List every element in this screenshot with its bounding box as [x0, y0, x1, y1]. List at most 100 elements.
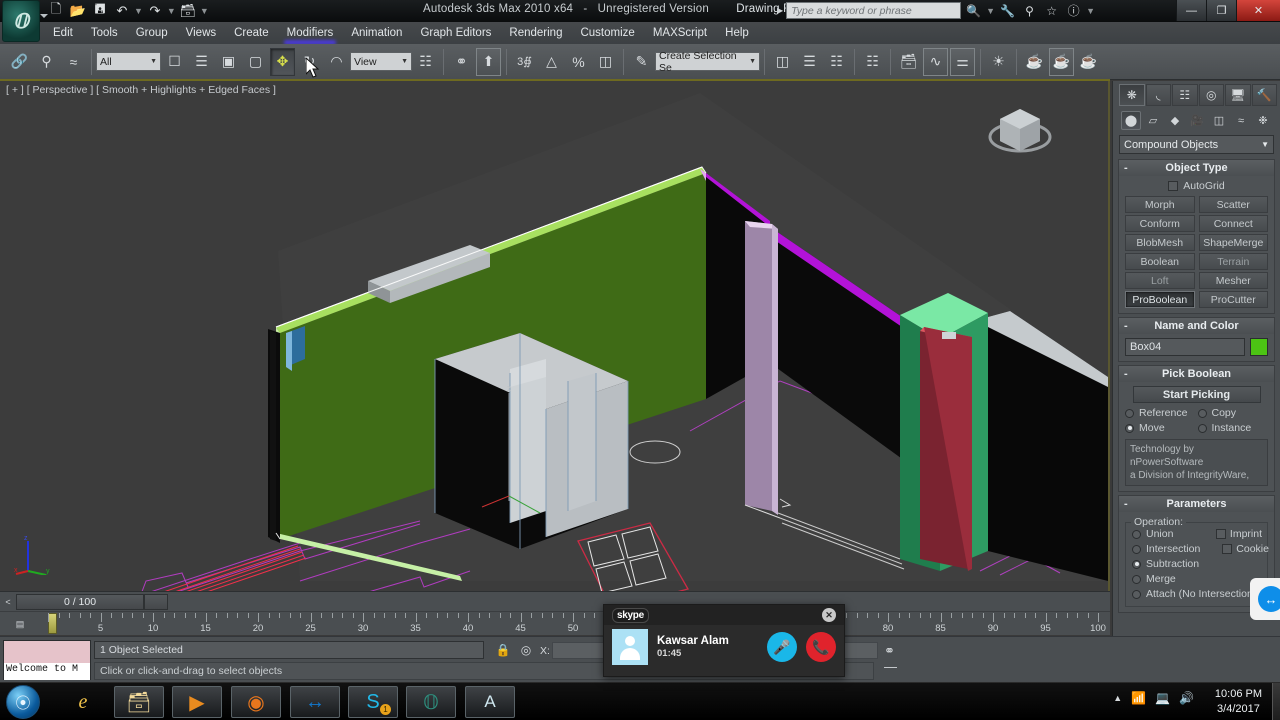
collapse-icon[interactable]: -: [1124, 368, 1128, 380]
new-file-icon[interactable]: 🗋: [46, 1, 66, 21]
percent-snap-toggle-icon[interactable]: %: [566, 48, 591, 76]
menu-modifiers[interactable]: Modifiers: [278, 25, 343, 41]
move-option[interactable]: Move: [1125, 422, 1196, 434]
skype-call-popup[interactable]: skype ✕ Kawsar Alam 01:45 🎤 📞: [603, 604, 845, 677]
subtraction-option[interactable]: Subtraction: [1132, 558, 1212, 570]
hierarchy-tab[interactable]: ☷: [1172, 84, 1198, 106]
union-radio[interactable]: [1132, 529, 1141, 539]
network-error-icon[interactable]: 📶: [1131, 691, 1146, 705]
perspective-viewport[interactable]: [ + ] [ Perspective ] [ Smooth + Highlig…: [0, 81, 1110, 591]
render-production-icon[interactable]: ☕: [1049, 47, 1074, 76]
menu-tools[interactable]: Tools: [82, 25, 127, 41]
undo-icon[interactable]: ↶: [112, 2, 132, 21]
motion-tab[interactable]: ◎: [1198, 84, 1224, 106]
align-icon[interactable]: ☰: [797, 48, 822, 76]
render-iterative-icon[interactable]: ☕: [1076, 48, 1101, 76]
redo-icon[interactable]: ↷: [145, 2, 165, 21]
object-type-header[interactable]: - Object Type: [1119, 160, 1274, 176]
selection-lock-toggle-icon[interactable]: 🔒: [494, 641, 512, 659]
maxscript-output-pane[interactable]: [4, 641, 90, 663]
skype-icon[interactable]: S 1: [348, 686, 398, 718]
systems-icon[interactable]: ❉: [1253, 111, 1273, 130]
shapes-icon[interactable]: ▱: [1143, 111, 1163, 130]
keyboard-shortcut-override-toggle-icon[interactable]: ⬆: [476, 47, 501, 76]
skype-mute-microphone-button[interactable]: 🎤: [767, 632, 797, 662]
procutter-button[interactable]: ProCutter: [1198, 291, 1268, 308]
menu-create[interactable]: Create: [225, 25, 278, 41]
firefox-icon[interactable]: ◉: [231, 686, 281, 718]
create-tab[interactable]: ❋: [1119, 84, 1145, 106]
collapse-icon[interactable]: -: [1124, 498, 1128, 510]
attach-option[interactable]: Attach (No Intersections): [1132, 588, 1262, 600]
window-crossing-toggle-icon[interactable]: ▢: [243, 48, 268, 76]
render-scene-dialog-icon[interactable]: ☀: [986, 48, 1011, 76]
merge-option[interactable]: Merge: [1132, 573, 1212, 585]
autocad-icon[interactable]: A: [465, 686, 515, 718]
collapse-icon[interactable]: -: [1124, 320, 1128, 332]
maximize-restore-button[interactable]: ❐: [1206, 0, 1236, 21]
mesher-button[interactable]: Mesher: [1198, 272, 1268, 289]
reference-option[interactable]: Reference: [1125, 407, 1196, 419]
material-editor-icon[interactable]: ∿: [923, 47, 948, 76]
helpers-icon[interactable]: ◫: [1209, 111, 1229, 130]
search-input[interactable]: Type a keyword or phrase: [786, 2, 962, 19]
time-slider-prev-arrow[interactable]: <: [0, 594, 16, 610]
merge-radio[interactable]: [1132, 574, 1141, 584]
select-object-icon[interactable]: ☐: [162, 48, 187, 76]
time-slider-next-arrow[interactable]: [144, 593, 168, 610]
instance-radio[interactable]: [1197, 423, 1207, 433]
intersection-radio[interactable]: [1132, 544, 1141, 554]
imprint-option[interactable]: Imprint: [1215, 528, 1262, 540]
taskbar-clock[interactable]: 10:06 PM 3/4/2017: [1215, 687, 1262, 717]
volume-icon[interactable]: 🔊: [1179, 691, 1194, 705]
lights-icon[interactable]: ◆: [1165, 111, 1185, 130]
snaps-toggle-icon[interactable]: 3 ∯: [512, 48, 537, 76]
cookie-option[interactable]: Cookie: [1222, 543, 1269, 555]
internet-explorer-icon[interactable]: e: [58, 686, 108, 718]
show-hidden-icons-icon[interactable]: ▲: [1113, 693, 1122, 703]
menu-animation[interactable]: Animation: [342, 25, 411, 41]
selection-filter-combo[interactable]: All ▼: [96, 52, 161, 71]
viewport-label[interactable]: [ + ] [ Perspective ] [ Smooth + Highlig…: [6, 84, 276, 96]
subscription-icon[interactable]: ⚲: [1020, 2, 1039, 19]
loft-button[interactable]: Loft: [1125, 272, 1195, 289]
mirror-icon[interactable]: ◫: [770, 48, 795, 76]
subtraction-radio[interactable]: [1132, 559, 1141, 569]
absolute-relative-toggle-icon[interactable]: ◎: [517, 641, 535, 659]
menu-graph-editors[interactable]: Graph Editors: [411, 25, 500, 41]
select-and-move-icon[interactable]: ✥: [267, 44, 298, 79]
menu-group[interactable]: Group: [127, 25, 177, 41]
union-option[interactable]: Union: [1132, 528, 1194, 540]
media-player-icon[interactable]: ▶: [172, 686, 222, 718]
3dsmax-icon[interactable]: 𝕆: [406, 686, 456, 718]
shapemerge-button[interactable]: ShapeMerge: [1198, 234, 1268, 251]
unlink-selection-icon[interactable]: ⚲: [34, 48, 59, 76]
favorites-star-icon[interactable]: ☆: [1042, 2, 1061, 19]
display-tab[interactable]: 🖥: [1225, 84, 1251, 106]
proboolean-button[interactable]: ProBoolean: [1125, 291, 1195, 308]
teamviewer-icon[interactable]: ↔: [290, 686, 340, 718]
redo-dropdown-caret[interactable]: ▼: [167, 6, 176, 16]
track-bar[interactable]: ▤ 51015202530354045505560657075808590951…: [0, 611, 1110, 635]
geometry-icon[interactable]: ⬤: [1121, 111, 1141, 130]
instance-option[interactable]: Instance: [1197, 422, 1269, 434]
named-selection-sets-combo[interactable]: Create Selection Se ▼: [655, 50, 760, 74]
application-menu-button[interactable]: 𝕆: [2, 0, 40, 42]
time-slider-handle[interactable]: 0 / 100: [16, 593, 144, 610]
angle-snap-toggle-icon[interactable]: △: [539, 48, 564, 76]
parameters-header[interactable]: - Parameters: [1119, 496, 1274, 512]
reference-radio[interactable]: [1125, 408, 1134, 418]
minimize-button[interactable]: —: [1176, 0, 1206, 21]
menu-maxscript[interactable]: MAXScript: [644, 25, 716, 41]
menu-rendering[interactable]: Rendering: [500, 25, 571, 41]
render-setup-icon[interactable]: ⚌: [950, 47, 975, 76]
search-dropdown-caret[interactable]: ▼: [986, 6, 995, 16]
rectangular-selection-region-icon[interactable]: ▣: [216, 48, 241, 76]
set-project-folder-icon[interactable]: 🗃: [178, 2, 198, 21]
maxscript-input-pane[interactable]: Welcome to M: [4, 663, 90, 680]
imprint-checkbox[interactable]: [1215, 529, 1226, 539]
connect-button[interactable]: Connect: [1198, 215, 1268, 232]
wrench-icon[interactable]: 🔧: [998, 2, 1017, 19]
boolean-button[interactable]: Boolean: [1125, 253, 1195, 270]
move-radio[interactable]: [1125, 423, 1134, 433]
